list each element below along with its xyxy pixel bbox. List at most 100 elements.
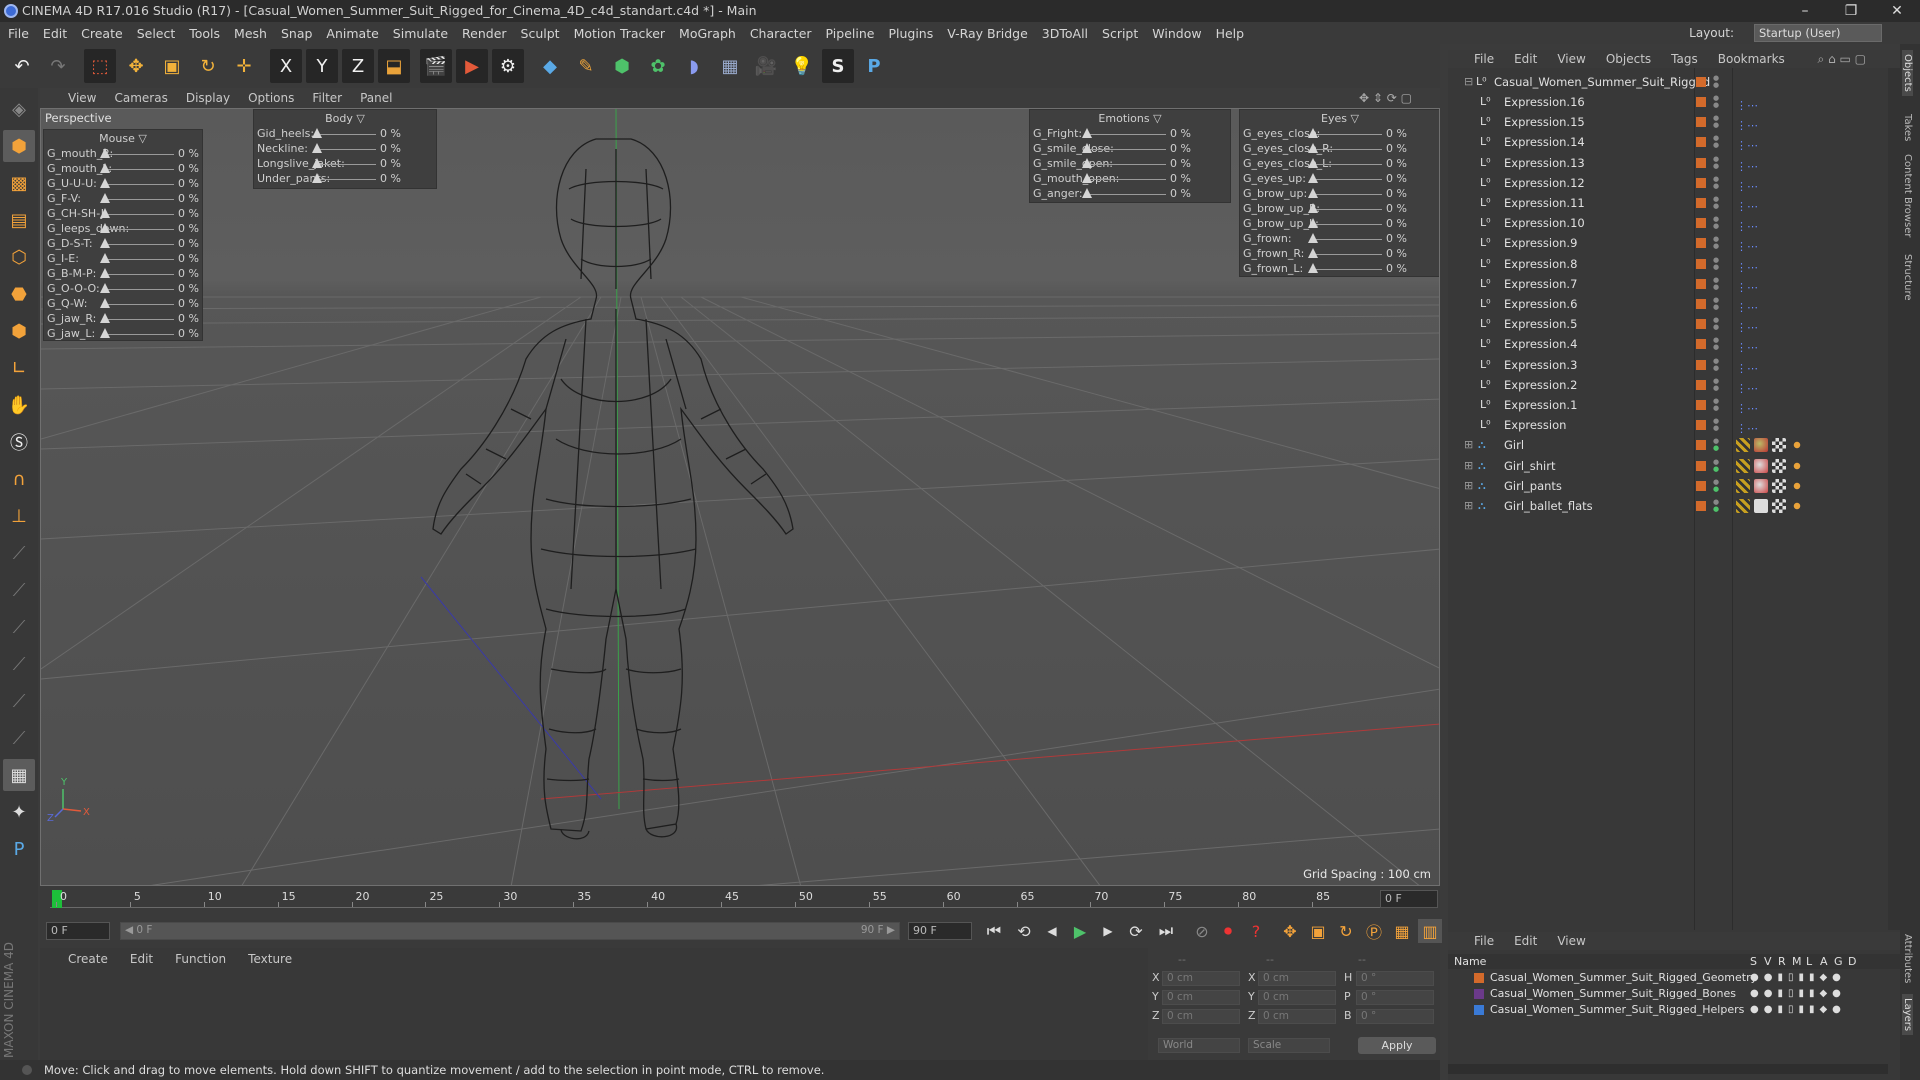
goto-end-button[interactable]: ⏭ — [1154, 919, 1178, 943]
object-row-expression[interactable]: L⁰ Expression.15 ● ● ⋮⋯ — [1448, 112, 1900, 133]
menu-help[interactable]: Help — [1216, 26, 1245, 41]
morph-slider-handle[interactable] — [100, 238, 110, 248]
visibility-dots[interactable]: ● ● — [1713, 478, 1719, 493]
morph-slider-handle[interactable] — [100, 148, 110, 158]
record-key-button[interactable]: ⊘ — [1190, 919, 1214, 943]
morph-slider-handle[interactable] — [100, 223, 110, 233]
texture-mode-icon[interactable]: ▩ — [3, 167, 35, 199]
object-row-expression[interactable]: L⁰ Expression.12 ● ● ⋮⋯ — [1448, 173, 1900, 193]
tab-structure[interactable]: Structure — [1902, 254, 1913, 301]
object-row-expression[interactable]: L⁰ Expression.7 ● ● ⋮⋯ — [1448, 274, 1900, 294]
morph-slider-track[interactable] — [104, 289, 174, 290]
tab-content-browser[interactable]: Content Browser — [1902, 154, 1913, 237]
object-menu-objects[interactable]: Objects — [1606, 52, 1651, 66]
layer-color-swatch[interactable] — [1474, 989, 1484, 999]
skin-tag-icon[interactable] — [1736, 478, 1750, 493]
layout-dropdown[interactable]: Startup (User) — [1754, 24, 1882, 42]
menu-mograph[interactable]: MoGraph — [679, 26, 736, 41]
texture-tag-icon[interactable] — [1772, 499, 1786, 513]
coordinate-system-button[interactable]: ⬓ — [378, 49, 410, 83]
close-button[interactable]: ✕ — [1874, 0, 1920, 22]
morph-slider-track[interactable] — [1312, 134, 1382, 135]
morph-slider-track[interactable] — [104, 319, 174, 320]
morph-slider-row[interactable]: G_brow_up_R: 0 % — [1240, 201, 1439, 216]
layer-flag-icons[interactable]: ●●▮▯▮▮◆● — [1750, 970, 1846, 985]
object-row-mesh[interactable]: ⊞ ⛬ Girl_ballet_flats ● ● — [1448, 496, 1900, 516]
floor-object-button[interactable]: ▦ — [714, 49, 746, 83]
points-mode-icon[interactable]: ⬡ — [3, 241, 35, 273]
material-menu-texture[interactable]: Texture — [248, 952, 292, 966]
visibility-dots[interactable]: ● ● — [1713, 216, 1719, 230]
coord-value-field[interactable]: 0 cm — [1162, 971, 1240, 986]
texture-tag-icon[interactable] — [1772, 478, 1786, 493]
morph-slider-row[interactable]: G_jaw_R: 0 % — [44, 311, 202, 326]
live-selection-button[interactable]: ⬚ — [84, 49, 116, 83]
coord-value-field[interactable]: 0 ° — [1356, 971, 1434, 986]
collapse-icon[interactable]: ⊟ — [1464, 76, 1476, 88]
material-tag-icon[interactable] — [1754, 478, 1768, 493]
morph-slider-handle[interactable] — [100, 268, 110, 278]
visibility-dots[interactable]: ● ● — [1713, 317, 1719, 331]
layer-flag-icons[interactable]: ●●▮▯▮▮◆● — [1750, 1002, 1846, 1017]
pen-spline-button[interactable]: ✎ — [570, 49, 602, 83]
morph-slider-row[interactable]: G_mouth_L: 0 % — [44, 161, 202, 176]
morph-slider-handle[interactable] — [1308, 128, 1318, 138]
morph-slider-handle[interactable] — [312, 158, 322, 168]
tab-attributes[interactable]: Attributes — [1902, 934, 1913, 983]
visibility-dots[interactable]: ● ● — [1713, 135, 1719, 149]
coord-value-field[interactable]: 0 cm — [1258, 971, 1336, 986]
morph-slider-row[interactable]: G_frown_R: 0 % — [1240, 246, 1439, 261]
object-row-root[interactable]: ⊟ L⁰ Casual_Women_Summer_Suit_Rigged ● ● — [1448, 72, 1900, 92]
morph-slider-track[interactable] — [316, 149, 376, 150]
pose-morph-tag-icon[interactable] — [1790, 438, 1804, 453]
render-settings-button[interactable]: ⚙ — [492, 49, 524, 83]
model-mode-icon[interactable]: ◈ — [3, 93, 35, 125]
pose-morph-tag-icon[interactable] — [1790, 499, 1804, 513]
timeline[interactable]: 051015202530354045505560657075808590 0 F — [40, 886, 1440, 914]
morph-slider-track[interactable] — [104, 334, 174, 335]
morph-slider-track[interactable] — [1086, 149, 1166, 150]
body-panel-title[interactable]: Body ▽ — [254, 112, 436, 126]
visibility-dots[interactable]: ● ● — [1713, 438, 1719, 452]
morph-slider-handle[interactable] — [100, 193, 110, 203]
expand-icon[interactable]: ⊞ — [1464, 439, 1476, 451]
pose-morph-tag-icon[interactable] — [1790, 478, 1804, 493]
object-row-expression[interactable]: L⁰ Expression.13 ● ● ⋮⋯ — [1448, 153, 1900, 173]
morph-slider-handle[interactable] — [1308, 188, 1318, 198]
layer-menu-file[interactable]: File — [1474, 934, 1494, 948]
visibility-dots[interactable]: ● ● — [1713, 499, 1719, 513]
key-pla-button[interactable]: ▦ — [1390, 919, 1414, 943]
subdivision-surface-button[interactable]: ⬢ — [606, 49, 638, 83]
morph-slider-track[interactable] — [1312, 209, 1382, 210]
morph-slider-row[interactable]: G_O-O-O: 0 % — [44, 281, 202, 296]
rotate-tool-button[interactable]: ↻ — [192, 49, 224, 83]
menu-tools[interactable]: Tools — [189, 26, 220, 41]
morph-slider-row[interactable]: Under_pants: 0 % — [254, 171, 436, 186]
coord-value-field[interactable]: 0 cm — [1258, 990, 1336, 1005]
morph-slider-row[interactable]: Longslive_jaket: 0 % — [254, 156, 436, 171]
lock-workplane-icon[interactable]: ✦ — [3, 796, 35, 828]
weight-tool-icon[interactable]: ⟋ — [3, 648, 35, 680]
morph-slider-row[interactable]: G_mouth_R: 0 % — [44, 146, 202, 161]
key-parameter-button[interactable]: Ⓟ — [1362, 919, 1386, 943]
visibility-dots[interactable]: ● ● — [1713, 95, 1719, 109]
coord-value-field[interactable]: 0 cm — [1258, 1009, 1336, 1024]
material-tag-icon[interactable] — [1754, 499, 1768, 513]
object-row-expression[interactable]: L⁰ Expression.14 ● ● ⋮⋯ — [1448, 132, 1900, 153]
key-position-button[interactable]: ✥ — [1278, 919, 1302, 943]
maximize-button[interactable]: ❐ — [1828, 0, 1874, 22]
coord-value-field[interactable]: 0 cm — [1162, 1009, 1240, 1024]
viewport-menu-options[interactable]: Options — [248, 91, 294, 105]
morph-slider-row[interactable]: G_eyes_close_L: 0 % — [1240, 156, 1439, 171]
transform-tool-button[interactable]: ✛ — [228, 49, 260, 83]
perspective-viewport[interactable]: Y X Z Perspective Grid Spacing : 100 cm … — [40, 108, 1440, 886]
morph-slider-handle[interactable] — [100, 208, 110, 218]
object-menu-view[interactable]: View — [1557, 52, 1585, 66]
python-script-icon[interactable]: P — [3, 833, 35, 865]
morph-slider-handle[interactable] — [100, 178, 110, 188]
layer-menu-view[interactable]: View — [1557, 934, 1585, 948]
key-scale-button[interactable]: ▣ — [1306, 919, 1330, 943]
frame-range-slider[interactable]: ◀ 0 F 90 F ▶ — [120, 922, 900, 940]
morph-slider-row[interactable]: G_frown_L: 0 % — [1240, 261, 1439, 276]
layer-color-swatch[interactable] — [1474, 1005, 1484, 1015]
